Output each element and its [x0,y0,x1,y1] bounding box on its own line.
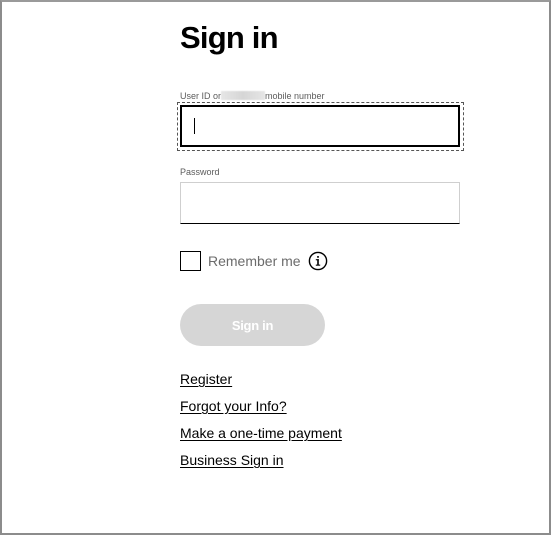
remember-me-label[interactable]: Remember me [208,253,301,269]
remember-me-row: Remember me [180,251,328,271]
password-input[interactable] [180,182,460,224]
register-link[interactable]: Register [180,371,232,387]
user-id-label-start: User ID or [180,91,222,101]
user-id-label: User ID or mobile number [180,91,325,101]
text-caret [194,118,195,134]
redacted-text [221,91,266,100]
info-circle-icon[interactable] [308,251,328,271]
remember-me-checkbox[interactable] [180,251,201,271]
user-id-input[interactable] [180,105,460,147]
sign-in-button[interactable]: Sign in [180,304,325,346]
page-title: Sign in [180,20,279,55]
user-id-label-end: mobile number [265,91,325,101]
business-sign-in-link[interactable]: Business Sign in [180,452,284,468]
one-time-payment-link[interactable]: Make a one-time payment [180,425,342,441]
forgot-info-link[interactable]: Forgot your Info? [180,398,287,414]
password-label: Password [180,167,220,177]
